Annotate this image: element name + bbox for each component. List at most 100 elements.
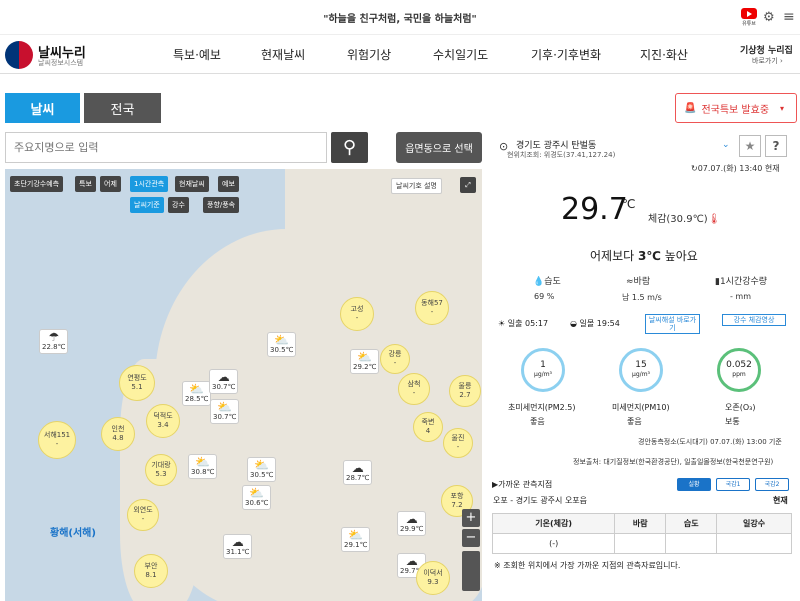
rain-bubble[interactable]: 외연도 -: [127, 499, 159, 531]
chip-current[interactable]: 현재날씨: [175, 176, 209, 192]
tab-national[interactable]: 전국: [84, 93, 161, 123]
station-box[interactable]: ☁ 30.7℃: [209, 369, 239, 394]
rain-bubble[interactable]: 서해151-: [38, 421, 76, 459]
station-box[interactable]: ☁ 28.7℃: [343, 460, 373, 485]
rain-label-text: 1시간강수량: [719, 277, 768, 287]
rain-name: 인천: [111, 425, 125, 433]
chip-wind[interactable]: 풍향/풍속: [203, 197, 240, 213]
rain-name: 외연도: [133, 506, 153, 514]
rain-bubble[interactable]: 동해57-: [415, 291, 449, 325]
kma-title[interactable]: 기상청 누리집: [740, 43, 793, 56]
nav-forecast[interactable]: 특보·예보: [173, 46, 221, 63]
sun-cloud-icon: ⛅: [274, 333, 290, 347]
rain-name: 이덕서: [423, 569, 443, 577]
kma-link[interactable]: 바로가기 ›: [752, 56, 783, 66]
sunrise: ☀ 일출 05:17: [498, 318, 548, 329]
rain-value: -: [456, 443, 460, 451]
chip-weather-base[interactable]: 날씨기준: [130, 197, 164, 213]
weather-map[interactable]: 황해(서해) 초단기강수예측 특보 어제 1시간관측 현재날씨 예보 날씨기준 …: [5, 169, 482, 601]
sun-cloud-icon: ⛅: [195, 455, 211, 469]
chip-nowcast[interactable]: 초단기강수예측: [10, 176, 64, 192]
chip-rain[interactable]: 강수: [168, 197, 189, 213]
rain-bubble[interactable]: 인천 4.8: [101, 417, 135, 451]
col-wind: 바람: [614, 513, 667, 534]
chip-hourly-obs[interactable]: 1시간관측: [130, 176, 169, 192]
compare-pre: 어제보다: [590, 249, 638, 263]
data-source: 정보출처: 대기질정보(한국환경공단), 일출일몰정보(한국천문연구원): [573, 458, 774, 466]
help-icon[interactable]: ?: [765, 135, 787, 157]
station-box[interactable]: ⛅ 29.1℃: [341, 527, 371, 552]
station-box[interactable]: ☁ 29.9℃: [397, 511, 427, 536]
rain-name: 죽변: [421, 418, 435, 426]
pm25-name: 초미세먼지(PM2.5): [508, 403, 576, 412]
search-input[interactable]: [5, 132, 327, 163]
rain-bubble[interactable]: 덕적도 3.4: [146, 404, 180, 438]
menu-icon[interactable]: ≡: [783, 9, 795, 25]
rain-bubble[interactable]: 기대랑 5.3: [145, 454, 177, 486]
station-box[interactable]: ⛅ 30.8℃: [188, 454, 218, 479]
tab-2[interactable]: 국감2: [755, 478, 789, 491]
refresh-icon[interactable]: ↻: [691, 164, 698, 173]
rain-bubble[interactable]: 연평도 5.1: [119, 365, 155, 401]
rain-value: 5.3: [155, 470, 167, 478]
chevron-down-icon: ▾: [780, 103, 785, 113]
zoom-in-button[interactable]: +: [462, 509, 480, 527]
rain-name: 기대랑: [151, 461, 171, 469]
nav-hazard[interactable]: 위험기상: [347, 46, 391, 63]
tab-weather[interactable]: 날씨: [5, 93, 80, 123]
station-value: 29.1℃: [344, 541, 368, 549]
rain-bubble[interactable]: 고성 -: [340, 297, 374, 331]
cloud-icon: ☁: [231, 535, 244, 549]
rain-bubble[interactable]: 강릉 -: [380, 344, 410, 374]
main-nav: 특보·예보 현재날씨 위험기상 수치일기도 기후·기후변화 지진·화산: [0, 34, 800, 74]
favorite-star-icon[interactable]: ★: [739, 135, 761, 157]
nav-quake[interactable]: 지진·화산: [640, 46, 688, 63]
station-value: 30.7℃: [212, 383, 236, 391]
youtube-label: 유튜브: [742, 21, 756, 27]
rain-bubble[interactable]: 울릉 2.7: [449, 375, 481, 407]
station-value: 28.5℃: [185, 395, 209, 403]
legend-button[interactable]: 날씨기호 설명: [391, 178, 442, 194]
station-box[interactable]: ⛅ 29.2℃: [350, 349, 380, 374]
chip-warning[interactable]: 특보: [75, 176, 96, 192]
nav-chart[interactable]: 수치일기도: [433, 46, 488, 63]
warning-label: 전국특보 발효중: [701, 104, 770, 116]
emd-select-button[interactable]: 읍면동으로 선택: [396, 132, 482, 163]
station-box[interactable]: ☁ 31.1℃: [223, 534, 253, 559]
sun-cloud-icon: ⛅: [217, 400, 233, 414]
sun-cloud-icon: ⛅: [348, 528, 364, 542]
station-box[interactable]: ⛅ 30.5℃: [247, 457, 277, 482]
nav-current[interactable]: 현재날씨: [261, 46, 305, 63]
nav-climate[interactable]: 기후·기후변화: [531, 46, 601, 63]
station-box[interactable]: ⛅ 30.6℃: [242, 485, 272, 510]
sun-cloud-icon: ⛅: [249, 486, 265, 500]
tab-live[interactable]: 실황: [677, 478, 711, 491]
chip-yesterday[interactable]: 어제: [100, 176, 121, 192]
rain-bubble[interactable]: 울진 -: [443, 428, 473, 458]
expand-icon[interactable]: ⤢: [460, 177, 476, 193]
tab-1[interactable]: 국감1: [716, 478, 750, 491]
station-box[interactable]: ⛅ 30.7℃: [210, 399, 240, 424]
table-row: (-): [491, 533, 792, 554]
station-box[interactable]: ⛅ 30.5℃: [267, 332, 297, 357]
rain-video-button[interactable]: 강수 체감영상: [722, 314, 786, 326]
feels-like: 체감(30.9℃)🌡: [648, 210, 720, 225]
station-box[interactable]: ☂ 22.8℃: [39, 329, 69, 354]
chevron-down-icon[interactable]: ⌄: [722, 140, 730, 150]
rain-bubble[interactable]: 삼척 -: [398, 373, 430, 405]
search-button[interactable]: ⚲: [331, 132, 368, 163]
layer-control[interactable]: [462, 551, 480, 591]
weather-comment-button[interactable]: 날씨해설 바로가기: [645, 314, 700, 334]
ozone-ring: 0.052 ppm: [717, 348, 761, 392]
warning-button[interactable]: 🚨 전국특보 발효중 ▾: [675, 93, 797, 123]
rain-bubble[interactable]: 이덕서 9.3: [416, 561, 450, 595]
rain-bubble[interactable]: 죽변 4: [413, 412, 443, 442]
chip-forecast[interactable]: 예보: [218, 176, 239, 192]
station-box[interactable]: ⛅ 28.5℃: [182, 381, 212, 406]
zoom-out-button[interactable]: −: [462, 529, 480, 547]
rain-bubble[interactable]: 부안 8.1: [134, 554, 168, 588]
sun-cloud-icon: ⛅: [357, 350, 373, 364]
pm25-unit: μg/m³: [534, 371, 552, 378]
gear-icon[interactable]: ⚙: [763, 10, 775, 25]
youtube-link[interactable]: 유튜브: [740, 8, 758, 27]
